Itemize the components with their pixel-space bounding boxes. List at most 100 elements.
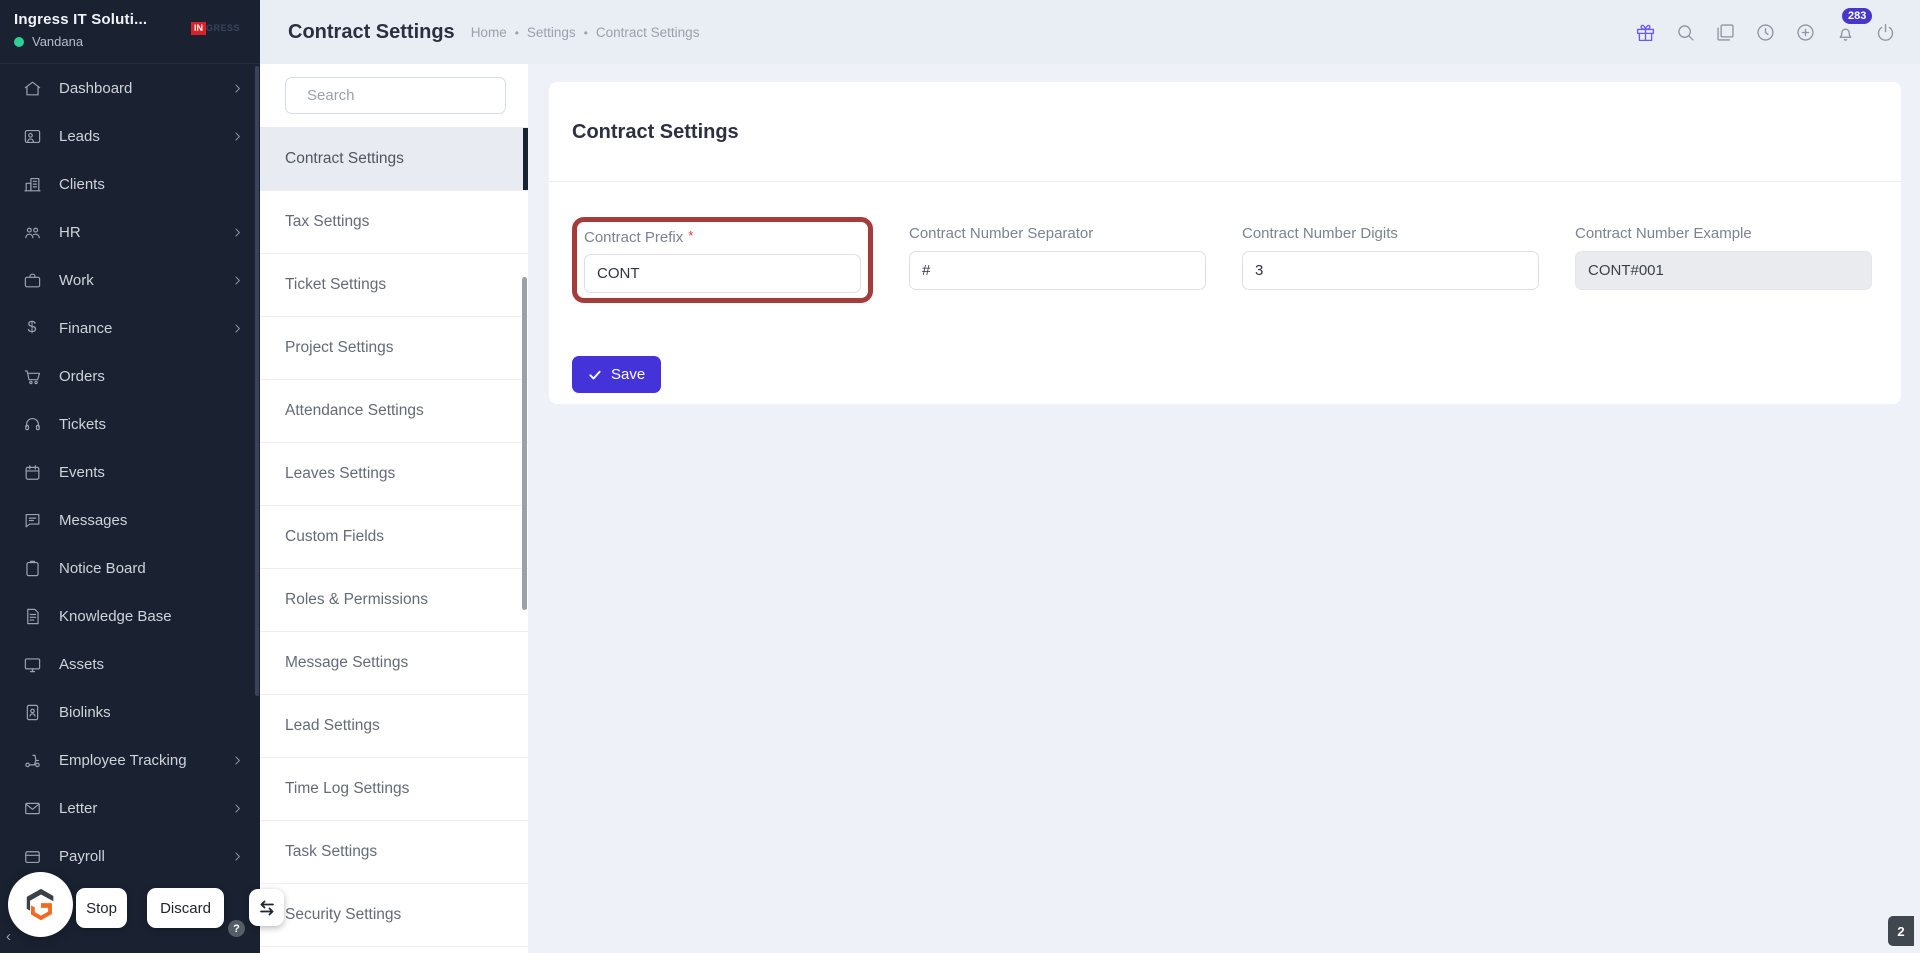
field-contract-example: Contract Number Example <box>1575 225 1872 290</box>
online-status-dot <box>14 36 24 47</box>
sidebar-item-finance[interactable]: $ Finance <box>0 304 260 352</box>
field-label: Contract Number Separator <box>909 225 1094 242</box>
sidebar-item-hr[interactable]: HR <box>0 208 260 256</box>
contract-separator-input[interactable] <box>909 251 1206 290</box>
chevron-right-icon <box>231 274 244 287</box>
main-nav: Dashboard Leads Clients HR Work $ Financ… <box>0 64 260 880</box>
sidebar-item-events[interactable]: Events <box>0 448 260 496</box>
user-name: Vandana <box>32 34 84 49</box>
sidebar-item-clients[interactable]: Clients <box>0 160 260 208</box>
fields-row: Contract Prefix * Contract Number Separat… <box>549 182 1901 303</box>
home-icon <box>22 79 42 98</box>
settings-item-roles-permissions[interactable]: Roles & Permissions <box>260 569 528 632</box>
swap-arrows-icon <box>259 900 274 915</box>
settings-item-lead[interactable]: Lead Settings <box>260 695 528 758</box>
gift-icon[interactable] <box>1635 22 1656 43</box>
sidebar-item-messages[interactable]: Messages <box>0 496 260 544</box>
sidebar-item-work[interactable]: Work <box>0 256 260 304</box>
field-label: Contract Number Digits <box>1242 225 1398 242</box>
logo-in-text: IN <box>190 22 206 35</box>
company-header[interactable]: Ingress IT Soluti... Vandana IN GRESS <box>0 0 260 64</box>
contract-digits-input[interactable] <box>1242 251 1539 290</box>
sidebar-item-employee-tracking[interactable]: Employee Tracking <box>0 736 260 784</box>
sidebar-item-orders[interactable]: Orders <box>0 352 260 400</box>
settings-search-box[interactable] <box>285 77 506 114</box>
page-title: Contract Settings <box>288 20 455 43</box>
settings-item-contract[interactable]: Contract Settings <box>260 128 528 191</box>
headset-icon <box>22 415 42 434</box>
clock-icon[interactable] <box>1755 22 1776 43</box>
settings-item-leaves[interactable]: Leaves Settings <box>260 443 528 506</box>
settings-search-input[interactable] <box>307 87 506 104</box>
cart-icon <box>22 367 42 386</box>
chevron-right-icon <box>231 754 244 767</box>
chevron-right-icon <box>231 802 244 815</box>
contract-prefix-input[interactable] <box>584 254 861 293</box>
settings-item-security[interactable]: Security Settings <box>260 884 528 947</box>
sidebar-item-leads[interactable]: Leads <box>0 112 260 160</box>
settings-item-ticket[interactable]: Ticket Settings <box>260 254 528 317</box>
clipboard-icon <box>22 559 42 578</box>
logo-gress-text: GRESS <box>205 23 240 33</box>
save-button[interactable]: Save <box>572 356 662 393</box>
notifications-bell-icon[interactable]: 283 <box>1835 7 1873 43</box>
search-icon[interactable] <box>1675 22 1696 43</box>
calendar-icon <box>22 463 42 482</box>
field-label: Contract Number Example <box>1575 225 1752 242</box>
sidebar-collapse-icon[interactable]: ‹ <box>6 928 11 945</box>
required-asterisk: * <box>688 228 694 243</box>
contract-settings-card: Contract Settings Contract Prefix * Contr… <box>549 82 1901 404</box>
chevron-right-icon <box>231 850 244 863</box>
sidebar-item-tickets[interactable]: Tickets <box>0 400 260 448</box>
sidebar-item-knowledge-base[interactable]: Knowledge Base <box>0 592 260 640</box>
discard-button[interactable]: Discard <box>147 888 224 928</box>
hr-people-icon <box>22 223 42 242</box>
sidebar-item-notice-board[interactable]: Notice Board <box>0 544 260 592</box>
sidebar-item-dashboard[interactable]: Dashboard <box>0 64 260 112</box>
dollar-icon: $ <box>27 319 37 336</box>
chevron-right-icon <box>231 226 244 239</box>
breadcrumb: Home Settings Contract Settings <box>471 25 700 40</box>
clients-icon <box>22 175 42 194</box>
topbar-icons: 283 <box>1635 7 1896 43</box>
briefcase-icon <box>22 271 42 290</box>
pages-count-badge[interactable]: 2 <box>1888 916 1914 946</box>
breadcrumb-current: Contract Settings <box>576 25 700 40</box>
settings-nav-panel: Contract Settings Tax Settings Ticket Se… <box>260 64 528 953</box>
breadcrumb-settings[interactable]: Settings <box>507 25 576 40</box>
settings-item-custom-fields[interactable]: Custom Fields <box>260 506 528 569</box>
swap-arrows-button[interactable] <box>249 889 284 926</box>
notes-icon[interactable] <box>1715 22 1736 43</box>
settings-item-task[interactable]: Task Settings <box>260 821 528 884</box>
field-label: Contract Prefix <box>584 229 684 246</box>
sidebar-item-biolinks[interactable]: Biolinks <box>0 688 260 736</box>
settings-item-tax[interactable]: Tax Settings <box>260 191 528 254</box>
settings-item-project[interactable]: Project Settings <box>260 317 528 380</box>
document-icon <box>22 607 42 626</box>
notification-count-badge: 283 <box>1842 7 1873 24</box>
help-badge[interactable]: ? <box>228 920 245 937</box>
sidebar-item-letter[interactable]: Letter <box>0 784 260 832</box>
settings-item-time-log[interactable]: Time Log Settings <box>260 758 528 821</box>
settings-item-message[interactable]: Message Settings <box>260 632 528 695</box>
envelope-icon <box>22 799 42 818</box>
save-button-label: Save <box>611 366 646 383</box>
leads-icon <box>22 127 42 146</box>
recorder-logo[interactable] <box>8 872 73 937</box>
breadcrumb-home[interactable]: Home <box>471 25 507 40</box>
hex-g-logo-icon <box>26 888 53 920</box>
sidebar-item-assets[interactable]: Assets <box>0 640 260 688</box>
settings-item-attendance[interactable]: Attendance Settings <box>260 380 528 443</box>
power-icon[interactable] <box>1875 22 1896 43</box>
field-contract-digits: Contract Number Digits <box>1242 225 1539 290</box>
settings-scrollbar[interactable] <box>522 277 527 610</box>
field-contract-prefix: Contract Prefix * <box>584 225 861 293</box>
chevron-right-icon <box>231 82 244 95</box>
sidebar-scrollbar[interactable] <box>255 66 259 696</box>
id-card-icon <box>22 703 42 722</box>
stop-button[interactable]: Stop <box>76 888 127 928</box>
chevron-right-icon <box>231 130 244 143</box>
add-icon[interactable] <box>1795 22 1816 43</box>
annotation-highlight: Contract Prefix * <box>572 217 873 303</box>
topbar: Contract Settings Home Settings Contract… <box>260 0 1920 64</box>
